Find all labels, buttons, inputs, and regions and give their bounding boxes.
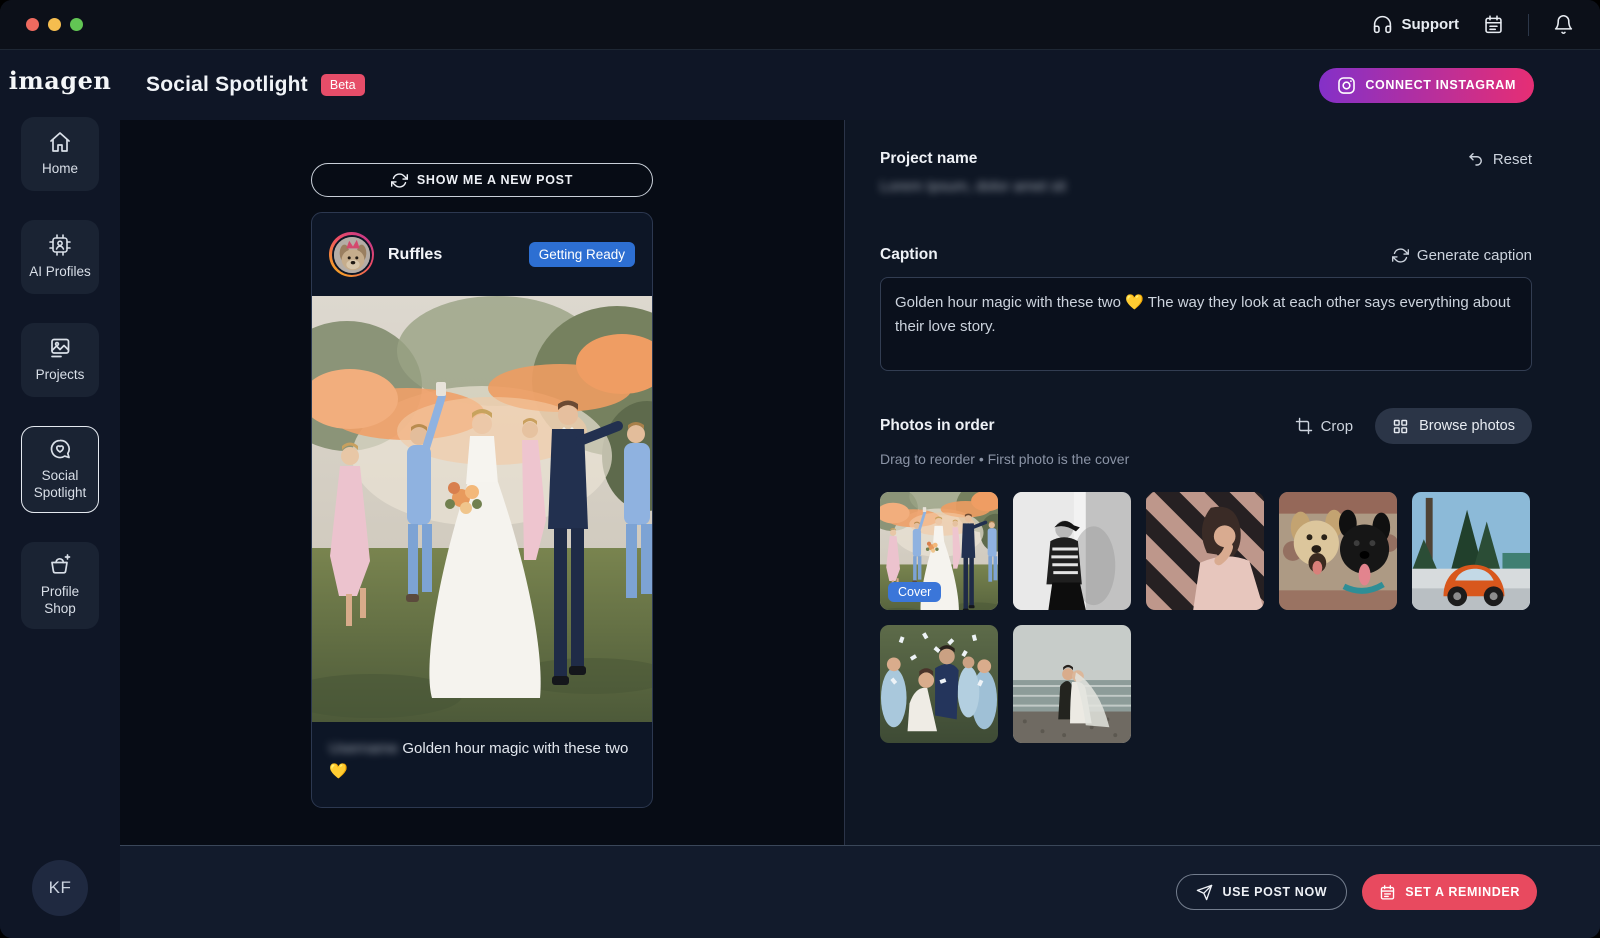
reset-label: Reset [1493,151,1532,168]
post-header: Ruffles Getting Ready [312,213,652,296]
photo-thumbnail-7-beach[interactable] [1013,625,1131,743]
photo-thumbnail-6-confetti[interactable] [880,625,998,743]
beta-badge: Beta [321,74,365,96]
refresh-icon [1392,247,1409,264]
show-new-post-button[interactable]: SHOW ME A NEW POST [311,163,653,197]
app-window: Support imagen Home AI Profiles Projects [0,0,1600,938]
basket-sparkle-icon [48,553,72,577]
post-caption: Username Golden hour magic with these tw… [312,722,652,807]
zoom-window-button[interactable] [70,18,83,31]
sidebar-item-profile-shop[interactable]: Profile Shop [21,542,99,629]
generate-caption-button[interactable]: Generate caption [1392,247,1532,264]
sidebar-item-ai-profiles[interactable]: AI Profiles [21,220,99,294]
imagen-logo: imagen [9,66,112,95]
use-post-now-label: USE POST NOW [1222,885,1327,899]
photos-in-order-label: Photos in order [880,417,995,435]
window-titlebar: Support [0,0,1600,50]
undo-icon [1467,150,1485,168]
post-username: Ruffles [388,246,442,264]
crop-icon [1295,417,1313,435]
crop-button[interactable]: Crop [1295,417,1354,435]
set-reminder-button[interactable]: SET A REMINDER [1362,874,1537,910]
chip-person-icon [48,233,72,257]
set-reminder-label: SET A REMINDER [1405,885,1520,899]
photo-thumbnail-grid: Cover [880,492,1532,743]
status-badge: Getting Ready [529,242,635,267]
generate-caption-label: Generate caption [1417,247,1532,264]
grid-icon [1392,418,1409,435]
reset-button[interactable]: Reset [1467,150,1532,168]
sidebar: imagen Home AI Profiles Projects Social … [0,50,120,938]
project-name-value-redacted: Lorem Ipsum, dolor amet sit [880,178,1066,195]
refresh-icon [391,172,408,189]
sidebar-item-projects[interactable]: Projects [21,323,99,397]
post-preview-panel: SHOW ME A NEW POST Ruffles Getting Ready [120,120,845,845]
sidebar-item-label: Profile Shop [26,584,94,618]
user-avatar[interactable]: KF [32,860,88,916]
close-window-button[interactable] [26,18,39,31]
use-post-now-button[interactable]: USE POST NOW [1176,874,1347,910]
photo-thumbnail-5-beetle[interactable] [1412,492,1530,610]
sidebar-item-label: AI Profiles [29,264,91,281]
show-new-post-label: SHOW ME A NEW POST [417,173,573,187]
chat-heart-icon [48,437,72,461]
page-header: Social Spotlight Beta CONNECT INSTAGRAM [120,50,1600,120]
calendar-icon [1379,884,1396,901]
headset-icon [1372,14,1393,35]
sidebar-item-home[interactable]: Home [21,117,99,191]
browse-photos-label: Browse photos [1419,418,1515,434]
bell-icon[interactable] [1553,14,1574,35]
post-photo [312,296,653,722]
photo-thumbnail-4-dogs[interactable] [1279,492,1397,610]
send-icon [1196,884,1213,901]
sidebar-item-social-spotlight[interactable]: Social Spotlight [21,426,99,513]
avatar[interactable] [329,232,374,277]
page-title: Social Spotlight [146,73,308,97]
sidebar-item-label: Social Spotlight [26,468,94,502]
post-editor-panel: Project name Reset Lorem Ipsum, dolor am… [845,120,1600,845]
connect-instagram-label: CONNECT INSTAGRAM [1365,78,1516,92]
post-username-redacted: Username [329,740,398,757]
home-icon [48,130,72,154]
cover-badge: Cover [888,582,941,602]
sidebar-item-label: Projects [36,367,85,384]
minimize-window-button[interactable] [48,18,61,31]
window-controls [26,18,83,31]
titlebar-divider [1528,14,1529,36]
photo-thumbnail-3-striped-woman[interactable] [1146,492,1264,610]
connect-instagram-button[interactable]: CONNECT INSTAGRAM [1319,68,1534,103]
photos-subtitle: Drag to reorder • First photo is the cov… [880,451,1532,467]
footer-action-bar: USE POST NOW SET A REMINDER [120,845,1600,938]
instagram-post-card: Ruffles Getting Ready Username Golden ho… [311,212,653,808]
project-name-label: Project name [880,150,977,168]
crop-label: Crop [1321,418,1354,435]
picture-icon [48,336,72,360]
caption-label: Caption [880,246,938,264]
support-link[interactable]: Support [1372,14,1460,35]
photo-thumbnail-1-wedding-smoke[interactable]: Cover [880,492,998,610]
dog-avatar-image [334,237,372,275]
browse-photos-button[interactable]: Browse photos [1375,408,1532,444]
support-label: Support [1402,16,1460,33]
sidebar-item-label: Home [42,161,78,178]
instagram-icon [1337,76,1356,95]
caption-input[interactable]: Golden hour magic with these two 💛 The w… [880,277,1532,371]
photo-thumbnail-2-bw-man[interactable] [1013,492,1131,610]
calendar-icon[interactable] [1483,14,1504,35]
